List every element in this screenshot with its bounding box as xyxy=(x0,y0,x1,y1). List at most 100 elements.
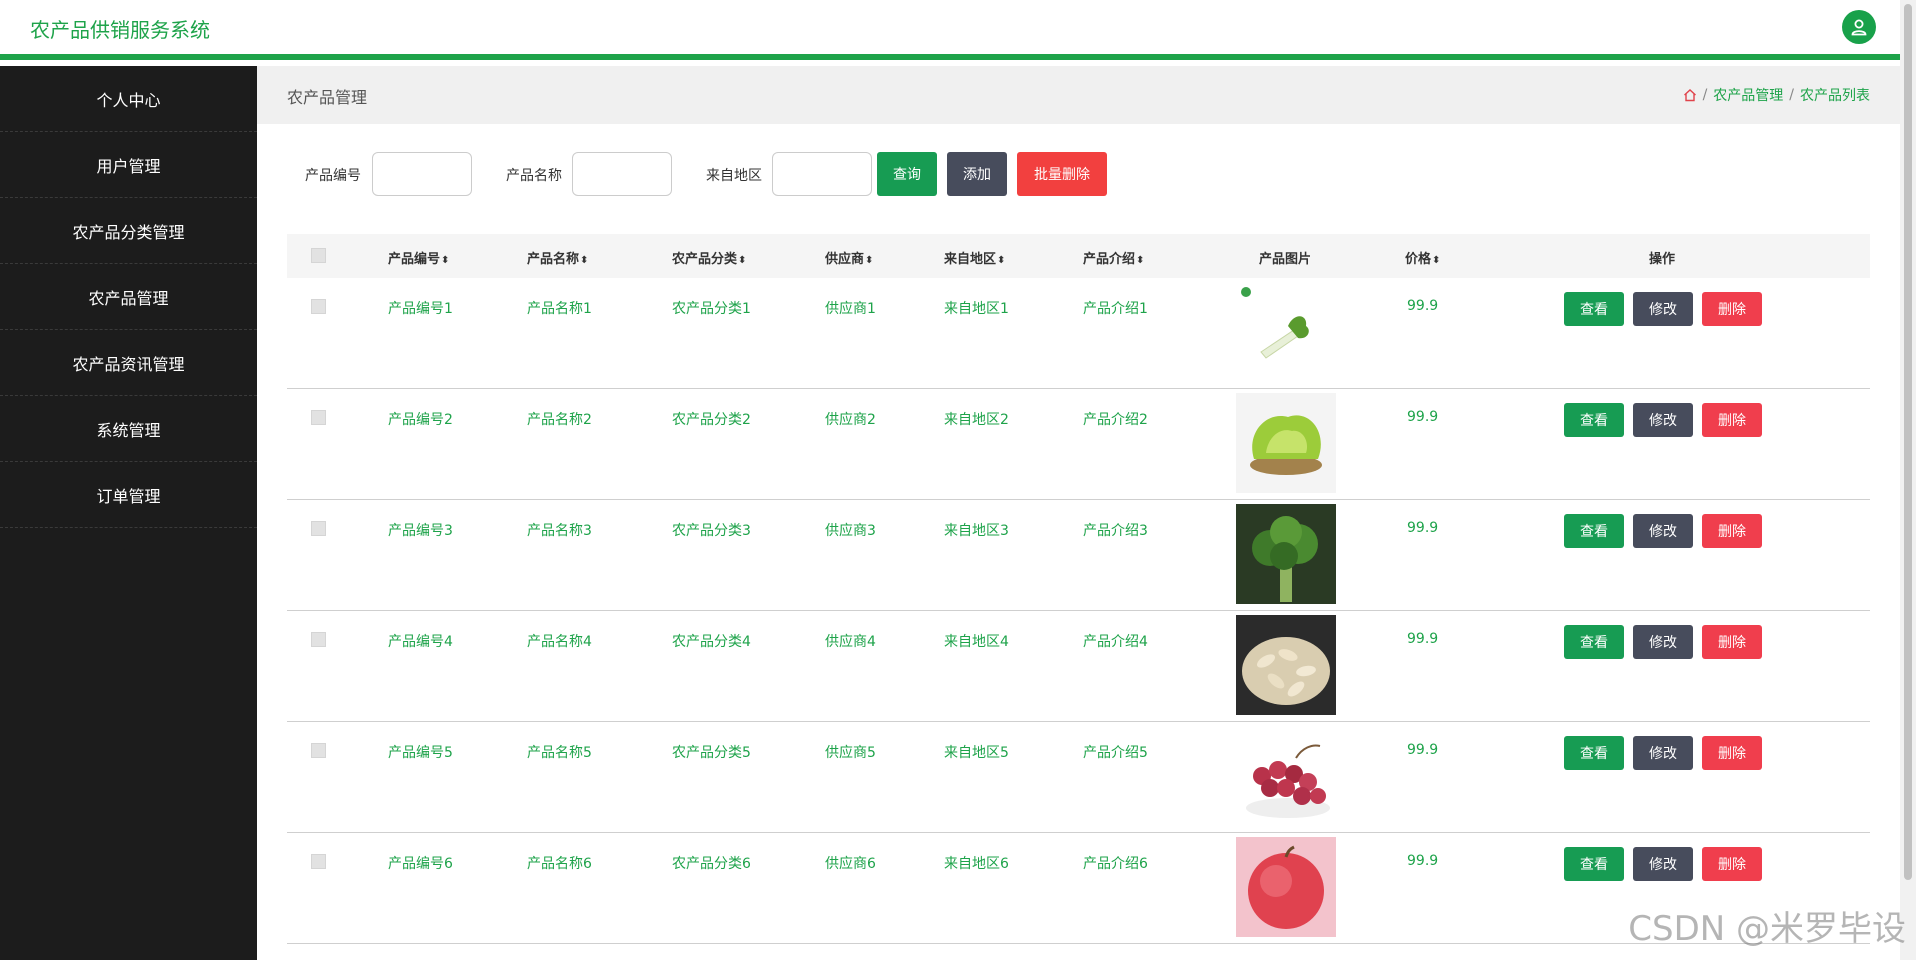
cell-intro: 产品介绍2 xyxy=(1083,412,1148,428)
col-header-supplier[interactable]: 供应商⬍ xyxy=(825,248,873,267)
product-name-label: 产品名称 xyxy=(506,168,562,184)
row-actions: 查看 修改 删除 xyxy=(1564,403,1762,437)
sidebar-item-user-management[interactable]: 用户管理 xyxy=(0,132,257,198)
col-header-region[interactable]: 来自地区⬍ xyxy=(944,248,1005,267)
product-image-grapes[interactable] xyxy=(1236,726,1336,826)
product-image-seeds[interactable] xyxy=(1236,615,1336,715)
cell-category: 农产品分类3 xyxy=(672,523,751,539)
batch-delete-button[interactable]: 批量删除 xyxy=(1017,152,1107,196)
view-button[interactable]: 查看 xyxy=(1564,514,1624,548)
breadcrumb-item-product-management[interactable]: 农产品管理 xyxy=(1713,85,1783,105)
edit-button[interactable]: 修改 xyxy=(1633,403,1693,437)
add-button[interactable]: 添加 xyxy=(947,152,1007,196)
delete-button[interactable]: 删除 xyxy=(1702,625,1762,659)
cell-code: 产品编号6 xyxy=(388,856,453,872)
delete-button[interactable]: 删除 xyxy=(1702,736,1762,770)
sidebar-item-label: 农产品资讯管理 xyxy=(72,354,185,374)
product-name-input[interactable] xyxy=(572,152,672,196)
product-image-lettuce[interactable] xyxy=(1236,393,1336,493)
col-header-code[interactable]: 产品编号⬍ xyxy=(388,248,449,267)
view-button[interactable]: 查看 xyxy=(1564,736,1624,770)
row-checkbox[interactable] xyxy=(311,299,326,314)
sidebar-item-label: 农产品管理 xyxy=(88,288,169,308)
product-code-input[interactable] xyxy=(372,152,472,196)
cell-price: 99.9 xyxy=(1407,853,1439,869)
sidebar-item-personal-center[interactable]: 个人中心 xyxy=(0,66,257,132)
sidebar-item-label: 订单管理 xyxy=(96,486,161,506)
user-avatar[interactable] xyxy=(1842,10,1876,44)
page-title: 农产品管理 xyxy=(287,88,368,107)
col-header-category[interactable]: 农产品分类⬍ xyxy=(672,248,746,267)
edit-button[interactable]: 修改 xyxy=(1633,847,1693,881)
product-image-apple[interactable] xyxy=(1236,837,1336,937)
sidebar-item-order-management[interactable]: 订单管理 xyxy=(0,462,257,528)
cell-price: 99.9 xyxy=(1407,520,1439,536)
app-title: 农产品供销服务系统 xyxy=(30,18,210,42)
page-scrollbar[interactable] xyxy=(1900,0,1916,960)
row-checkbox[interactable] xyxy=(311,410,326,425)
cell-code: 产品编号5 xyxy=(388,745,453,761)
product-table: 产品编号⬍ 产品名称⬍ 农产品分类⬍ 供应商⬍ 来自地区⬍ 产品介绍⬍ 产品图片… xyxy=(287,234,1870,944)
view-button[interactable]: 查看 xyxy=(1564,625,1624,659)
cell-category: 农产品分类1 xyxy=(672,301,751,317)
delete-button[interactable]: 删除 xyxy=(1702,403,1762,437)
sidebar-item-news-management[interactable]: 农产品资讯管理 xyxy=(0,330,257,396)
table-row: 产品编号5 产品名称5 农产品分类5 供应商5 来自地区5 产品介绍5 99.9… xyxy=(287,722,1870,833)
row-actions: 查看 修改 删除 xyxy=(1564,847,1762,881)
sidebar-item-product-management[interactable]: 农产品管理 xyxy=(0,264,257,330)
sort-icon: ⬍ xyxy=(1136,255,1145,266)
scrollbar-thumb[interactable] xyxy=(1904,4,1912,880)
region-input[interactable] xyxy=(772,152,872,196)
view-button[interactable]: 查看 xyxy=(1564,292,1624,326)
row-actions: 查看 修改 删除 xyxy=(1564,292,1762,326)
edit-button[interactable]: 修改 xyxy=(1633,736,1693,770)
delete-button[interactable]: 删除 xyxy=(1702,292,1762,326)
cell-category: 农产品分类6 xyxy=(672,856,751,872)
delete-button[interactable]: 删除 xyxy=(1702,514,1762,548)
cell-price: 99.9 xyxy=(1407,631,1439,647)
product-image-celery[interactable] xyxy=(1236,282,1336,382)
sidebar-item-system-management[interactable]: 系统管理 xyxy=(0,396,257,462)
view-button[interactable]: 查看 xyxy=(1564,847,1624,881)
sort-icon: ⬍ xyxy=(1432,255,1441,266)
delete-button[interactable]: 删除 xyxy=(1702,847,1762,881)
query-button[interactable]: 查询 xyxy=(877,152,937,196)
table-header: 产品编号⬍ 产品名称⬍ 农产品分类⬍ 供应商⬍ 来自地区⬍ 产品介绍⬍ 产品图片… xyxy=(287,234,1870,278)
sort-icon: ⬍ xyxy=(738,255,747,266)
view-button[interactable]: 查看 xyxy=(1564,403,1624,437)
cell-region: 来自地区6 xyxy=(944,856,1009,872)
col-header-name[interactable]: 产品名称⬍ xyxy=(527,248,588,267)
cell-intro: 产品介绍5 xyxy=(1083,745,1148,761)
breadcrumb-item-product-list[interactable]: 农产品列表 xyxy=(1800,85,1870,105)
edit-button[interactable]: 修改 xyxy=(1633,514,1693,548)
cell-name: 产品名称4 xyxy=(527,634,592,650)
sidebar-item-category-management[interactable]: 农产品分类管理 xyxy=(0,198,257,264)
edit-button[interactable]: 修改 xyxy=(1633,292,1693,326)
cell-region: 来自地区4 xyxy=(944,634,1009,650)
row-checkbox[interactable] xyxy=(311,521,326,536)
home-icon[interactable] xyxy=(1683,88,1697,102)
sort-icon: ⬍ xyxy=(865,255,874,266)
col-header-price[interactable]: 价格⬍ xyxy=(1405,248,1440,267)
row-checkbox[interactable] xyxy=(311,632,326,647)
cell-code: 产品编号2 xyxy=(388,412,453,428)
sidebar-item-label: 农产品分类管理 xyxy=(72,222,185,242)
edit-button[interactable]: 修改 xyxy=(1633,625,1693,659)
cell-price: 99.9 xyxy=(1407,298,1439,314)
cell-name: 产品名称3 xyxy=(527,523,592,539)
sidebar-item-label: 个人中心 xyxy=(96,90,161,110)
cell-name: 产品名称5 xyxy=(527,745,592,761)
row-checkbox[interactable] xyxy=(311,743,326,758)
table-row: 产品编号1 产品名称1 农产品分类1 供应商1 来自地区1 产品介绍1 99.9… xyxy=(287,278,1870,389)
col-header-image: 产品图片 xyxy=(1259,252,1312,267)
cell-supplier: 供应商1 xyxy=(825,301,876,317)
select-all-checkbox[interactable] xyxy=(311,248,326,263)
watermark: CSDN @米罗毕设 xyxy=(1628,909,1906,949)
row-checkbox[interactable] xyxy=(311,854,326,869)
cell-intro: 产品介绍4 xyxy=(1083,634,1148,650)
product-image-broccoli[interactable] xyxy=(1236,504,1336,604)
col-header-intro[interactable]: 产品介绍⬍ xyxy=(1083,248,1144,267)
breadcrumb-separator: / xyxy=(1789,87,1794,103)
cell-name: 产品名称2 xyxy=(527,412,592,428)
cell-price: 99.9 xyxy=(1407,742,1439,758)
